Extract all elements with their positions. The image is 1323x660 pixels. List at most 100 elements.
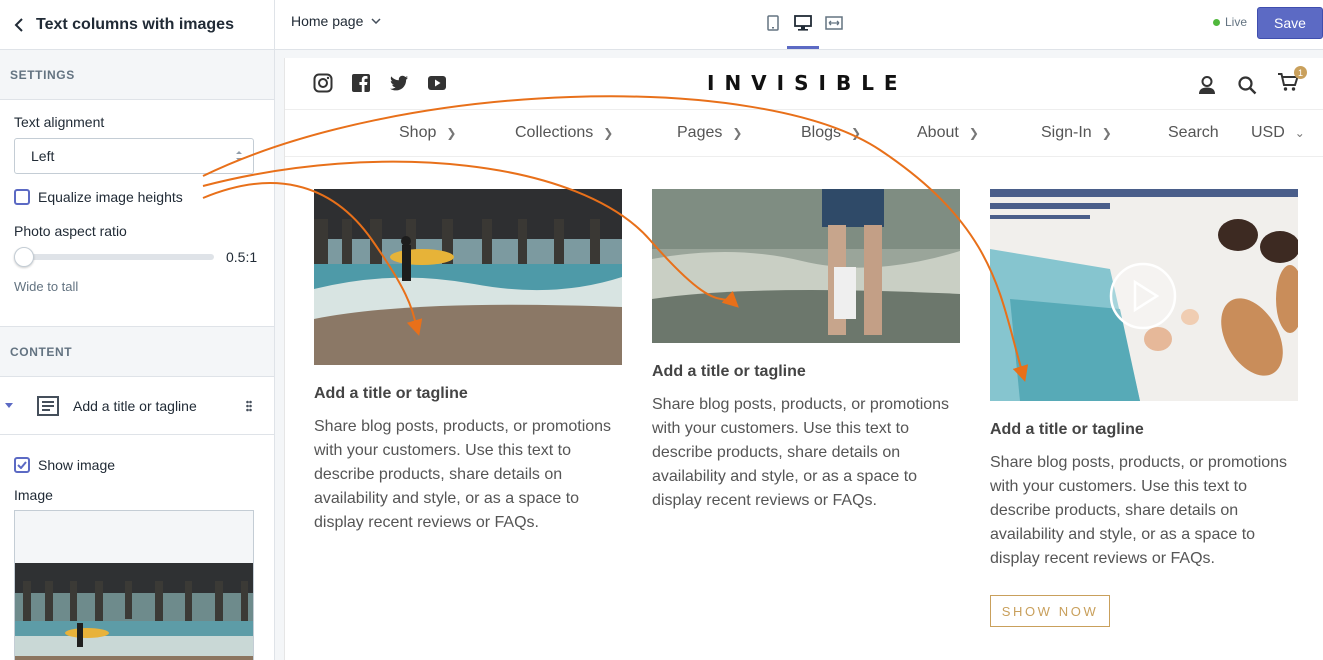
drag-handle-icon[interactable] (246, 400, 252, 412)
equalize-image-heights-label: Equalize image heights (38, 189, 183, 205)
image-picker[interactable] (14, 510, 254, 660)
nav-label: Blogs (801, 124, 842, 141)
store-header: INVISIBLE 1 (285, 58, 1323, 110)
checkmark-icon (17, 461, 27, 469)
store-logo[interactable]: INVISIBLE (707, 71, 908, 95)
block-label: Add a title or tagline (73, 397, 197, 414)
live-status: Live (1213, 15, 1247, 29)
chevron-right-icon: ❯ (1101, 126, 1112, 140)
sidebar-header: Text columns with images (0, 0, 274, 50)
slider-thumb[interactable] (14, 247, 34, 267)
live-status-label: Live (1225, 15, 1248, 29)
settings-panel: Text alignment Left Equalize image heigh… (0, 100, 274, 327)
nav-label: About (917, 124, 959, 141)
chevron-down-icon: ⌄ (1294, 126, 1305, 140)
nav-label: Pages (677, 124, 723, 141)
column-image-surfer[interactable] (314, 189, 622, 365)
surfer-photo (314, 189, 622, 365)
chevron-right-icon: ❯ (851, 126, 862, 140)
nav-label: Search (1168, 124, 1219, 141)
column-title: Add a title or tagline (314, 385, 468, 402)
image-thumbnail (15, 511, 253, 660)
column-body: Share blog posts, products, or promotion… (314, 418, 612, 531)
instagram-icon[interactable] (313, 73, 333, 93)
nav-label: Shop (399, 124, 437, 141)
search-icon[interactable] (1237, 75, 1257, 95)
nav-label: Sign-In (1041, 124, 1092, 141)
page-selector[interactable]: Home page (291, 13, 381, 29)
nav-item-sign-in[interactable]: Sign-In ❯ (1041, 124, 1112, 142)
chevron-left-icon (14, 17, 23, 32)
currency-label: USD (1251, 124, 1285, 141)
block-row-title-tagline[interactable]: Add a title or tagline (0, 377, 274, 435)
show-image-checkbox[interactable] (14, 457, 30, 473)
back-button[interactable] (8, 14, 30, 36)
photo-aspect-ratio-slider-row: 0.5:1 (14, 247, 260, 267)
fullscreen-icon (825, 16, 843, 30)
mobile-icon (767, 15, 779, 31)
column-image-beach-flatlay[interactable] (990, 189, 1298, 401)
active-device-indicator (787, 46, 819, 49)
desktop-view-button[interactable] (789, 11, 817, 35)
show-now-button[interactable]: SHOW NOW (990, 595, 1110, 627)
column-body: Share blog posts, products, or promotion… (990, 454, 1288, 567)
store-navigation: Shop ❯ Collections ❯ Pages ❯ Blogs ❯ About ❯ … (285, 110, 1323, 157)
column-image-surf-legs[interactable] (652, 189, 960, 343)
text-alignment-value: Left (31, 148, 55, 164)
account-icon[interactable] (1197, 75, 1217, 95)
beach-flatlay-photo (990, 189, 1298, 401)
column-title: Add a title or tagline (652, 363, 806, 380)
photo-aspect-ratio-value: 0.5:1 (226, 249, 258, 265)
text-alignment-select[interactable]: Left (14, 138, 254, 174)
section-title: Text columns with images (36, 15, 234, 33)
photo-aspect-ratio-label: Photo aspect ratio (14, 223, 127, 239)
cart-button[interactable]: 1 (1277, 66, 1307, 97)
photo-aspect-ratio-slider[interactable] (14, 247, 214, 267)
show-image-row[interactable]: Show image (14, 457, 260, 473)
photo-aspect-ratio-help: Wide to tall (14, 279, 79, 294)
desktop-icon (794, 15, 812, 31)
chevron-right-icon: ❯ (603, 126, 614, 140)
text-column-3: Add a title or tagline Share blog posts,… (990, 189, 1298, 627)
equalize-image-heights-checkbox[interactable] (14, 189, 30, 205)
nav-item-about[interactable]: About ❯ (917, 124, 979, 142)
twitter-icon[interactable] (389, 73, 409, 93)
text-column-2: Add a title or tagline Share blog posts,… (652, 189, 960, 513)
chevron-right-icon: ❯ (968, 126, 979, 140)
chevron-right-icon: ❯ (732, 126, 743, 140)
equalize-image-heights-row[interactable]: Equalize image heights (14, 189, 260, 205)
text-block-icon (37, 395, 59, 416)
editor-topbar: Home page Live Save (275, 0, 1323, 50)
legs-in-surf-photo (652, 189, 960, 343)
chevron-down-icon (371, 18, 381, 24)
mobile-view-button[interactable] (759, 11, 787, 35)
facebook-icon[interactable] (351, 73, 371, 93)
nav-label: Collections (515, 124, 594, 141)
page-selector-label: Home page (291, 13, 364, 29)
storefront-preview: INVISIBLE 1 Shop ❯ Collections ❯ Pages ❯ Bl… (284, 58, 1323, 660)
nav-item-blogs[interactable]: Blogs ❯ (801, 124, 861, 142)
image-label: Image (14, 487, 53, 503)
nav-item-search[interactable]: Search (1168, 124, 1219, 142)
currency-selector[interactable]: USD ⌄ (1251, 124, 1305, 142)
youtube-icon[interactable] (427, 73, 447, 93)
text-column-1: Add a title or tagline Share blog posts,… (314, 189, 622, 535)
show-image-label: Show image (38, 457, 116, 473)
cart-count-badge: 1 (1294, 66, 1307, 79)
nav-item-collections[interactable]: Collections ❯ (515, 124, 613, 142)
nav-item-shop[interactable]: Shop ❯ (399, 124, 456, 142)
settings-heading: SETTINGS (0, 50, 274, 100)
nav-item-pages[interactable]: Pages ❯ (677, 124, 742, 142)
header-actions: 1 (1197, 66, 1307, 97)
chevron-right-icon: ❯ (446, 126, 457, 140)
social-links (313, 73, 447, 93)
select-arrows-icon (235, 150, 243, 162)
save-button[interactable]: Save (1257, 7, 1323, 39)
fullscreen-view-button[interactable] (820, 11, 848, 35)
caret-down-icon[interactable] (5, 403, 13, 408)
block-settings-panel: Show image Image (0, 435, 274, 660)
content-heading: CONTENT (0, 327, 274, 377)
column-body: Share blog posts, products, or promotion… (652, 396, 950, 509)
live-status-dot (1213, 18, 1220, 26)
theme-editor-sidebar: Text columns with images SETTINGS Text a… (0, 0, 275, 660)
